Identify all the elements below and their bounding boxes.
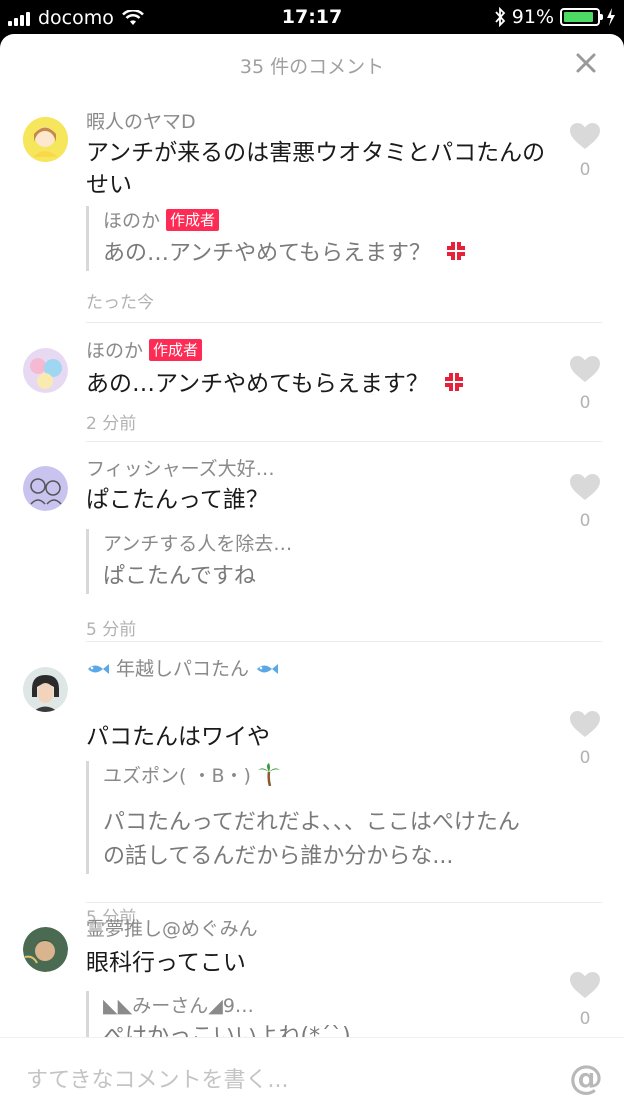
avatar[interactable] — [23, 117, 68, 162]
comment-username[interactable]: ほのか — [86, 340, 143, 362]
comment-header: ほのか 作成者 — [86, 336, 203, 363]
reply-preview[interactable]: ◣◣みーさん◢9… ぺけかっこいいよね(*´`) — [86, 991, 516, 1037]
comment-text-content: あの…アンチやめてもらえます？ — [86, 371, 429, 397]
like-button[interactable]: 0 — [568, 710, 602, 768]
battery-icon — [560, 8, 603, 26]
comment-item: 年越しパコたん パコたんはワイや ユズポン( ・B・) パコたんってだれだよ、、… — [0, 642, 624, 928]
comment-item: ほのか 作成者 あの…アンチやめてもらえます？ 2 分前 0 — [0, 323, 624, 441]
palm-tree-icon — [257, 763, 280, 787]
reply-text: あの…アンチやめてもらえます？ — [103, 237, 516, 271]
reply-preview[interactable]: アンチする人を除去… ぱこたんですね — [86, 529, 516, 594]
heart-icon — [570, 123, 600, 149]
anger-emoji-icon — [447, 242, 466, 260]
comment-text: ぱこたんって誰？ — [86, 487, 269, 513]
reply-username: アンチする人を除去… — [103, 533, 293, 555]
comment-item: フィッシャーズ大好… ぱこたんって誰？ アンチする人を除去… ぱこたんですね 5… — [0, 442, 624, 641]
charging-icon — [607, 8, 615, 26]
comment-time: 2 分前 — [86, 414, 137, 434]
reply-text: ぺけかっこいいよね(*´`) — [103, 1024, 351, 1037]
comment-username[interactable]: フィッシャーズ大好… — [86, 454, 275, 481]
comment-text: あの…アンチやめてもらえます？ — [86, 368, 546, 400]
comment-item: 暇人のヤマD アンチが来るのは害悪ウオタミとパコたんのせい ほのか 作成者 あの…… — [0, 96, 624, 322]
sheet-header: 35 件のコメント — [0, 34, 624, 96]
heart-icon — [570, 711, 600, 737]
like-count: 0 — [579, 393, 591, 413]
comment-time: たった今 — [86, 293, 154, 313]
creator-badge: 作成者 — [166, 209, 220, 231]
like-count: 0 — [579, 748, 591, 768]
avatar[interactable] — [23, 466, 68, 511]
like-button[interactable]: 0 — [568, 473, 602, 531]
mention-button[interactable]: @ — [568, 1058, 604, 1098]
heart-icon — [570, 474, 600, 500]
heart-icon — [570, 356, 600, 382]
bluetooth-icon — [495, 7, 506, 27]
close-icon — [576, 53, 596, 73]
avatar[interactable] — [23, 927, 68, 972]
comment-username[interactable]: 暇人のヤマD — [86, 107, 196, 134]
close-button[interactable] — [572, 49, 600, 77]
status-right: 91% — [494, 6, 616, 28]
creator-badge: 作成者 — [149, 339, 203, 361]
like-count: 0 — [579, 511, 591, 531]
reply-preview[interactable]: ユズポン( ・B・) パコたんってだれだよ、、、ここはぺけたんの話してるんだから… — [86, 761, 536, 874]
comment-text: アンチが来るのは害悪ウオタミとパコたんのせい — [86, 140, 546, 198]
reply-preview[interactable]: ほのか 作成者 あの…アンチやめてもらえます？ — [86, 206, 516, 271]
reply-text: パコたんってだれだよ、、、ここはぺけたんの話してるんだから誰か分からな... — [103, 810, 520, 869]
like-button[interactable]: 0 — [568, 122, 602, 180]
comment-username[interactable]: 霊夢推し@めぐみん — [86, 914, 258, 941]
reply-header: ユズポン( ・B・) — [103, 761, 536, 788]
comment-text: パコたんはワイや — [86, 724, 270, 750]
anger-emoji-icon — [445, 373, 464, 391]
comment-username[interactable]: 年越しパコたん — [116, 658, 249, 680]
status-bar: docomo 17:17 91% — [0, 0, 624, 34]
comment-count-title: 35 件のコメント — [239, 56, 385, 78]
avatar[interactable] — [23, 348, 68, 393]
comment-input[interactable] — [26, 1060, 546, 1100]
heart-icon — [570, 972, 600, 998]
comment-sheet: 35 件のコメント 暇人のヤマD アンチが来るのは害悪ウオタミとパコたんのせい … — [0, 34, 624, 1120]
comment-text: 眼科行ってこい — [86, 950, 246, 976]
battery-percent: 91% — [511, 6, 554, 28]
avatar[interactable] — [23, 667, 68, 712]
like-button[interactable]: 0 — [568, 971, 602, 1029]
reply-username: ほのか — [103, 210, 161, 232]
fish-icon — [88, 664, 109, 674]
reply-header: ほのか 作成者 — [103, 206, 516, 233]
reply-username: ◣◣みーさん◢9… — [103, 995, 254, 1017]
reply-username: ユズポン( ・B・) — [103, 765, 251, 787]
comment-time: 5 分前 — [86, 620, 137, 640]
comment-item: 霊夢推し@めぐみん 眼科行ってこい ◣◣みーさん◢9… ぺけかっこいいよね(*´… — [0, 903, 624, 1037]
reply-text-content: あの…アンチやめてもらえます？ — [103, 241, 432, 266]
reply-text: ぱこたんですね — [103, 564, 256, 589]
like-button[interactable]: 0 — [568, 355, 602, 413]
comment-header: 年越しパコたん — [86, 654, 279, 681]
like-count: 0 — [579, 1009, 591, 1029]
like-count: 0 — [579, 160, 591, 180]
comment-input-bar: @ — [0, 1037, 624, 1120]
fish-icon — [257, 664, 279, 674]
